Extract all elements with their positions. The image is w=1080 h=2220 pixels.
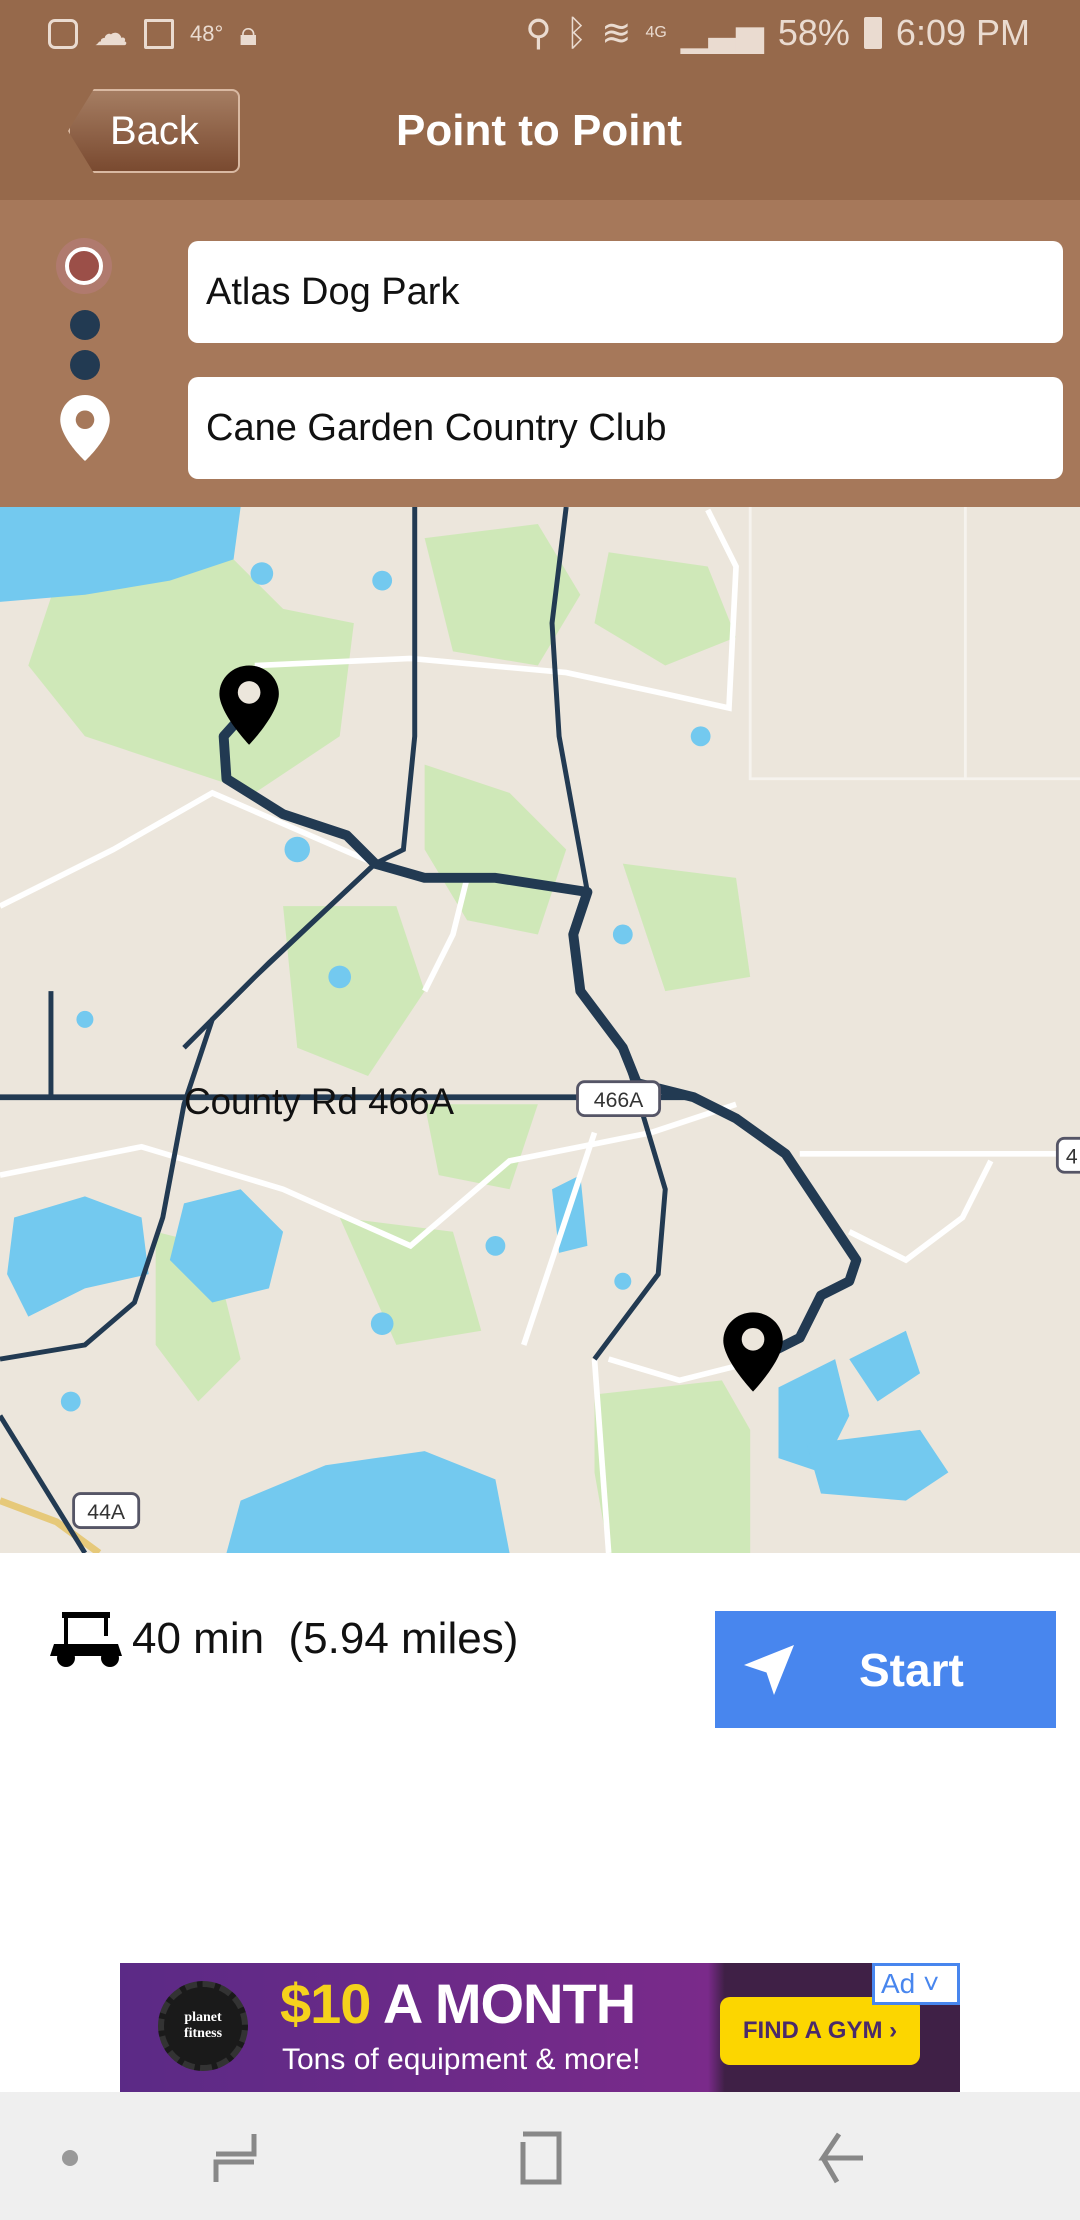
ad-headline: $10 A MONTH — [280, 1972, 636, 2035]
start-label: Start — [859, 1643, 964, 1696]
road-label: County Rd 466A — [184, 1081, 454, 1122]
battery-percent: 58% — [777, 12, 850, 53]
route-panel: Atlas Dog Park Cane Garden Country Club — [0, 200, 1080, 507]
ad-banner[interactable]: planet fitness $10 A MONTH Tons of equip… — [120, 1963, 960, 2092]
app-header: Point to Point Back — [0, 70, 1080, 200]
nav-dot-button[interactable] — [62, 2150, 78, 2166]
back-nav-button[interactable] — [815, 2130, 865, 2186]
temperature: 48° — [190, 21, 224, 46]
route-dot-icon — [70, 310, 100, 340]
gallery-icon — [144, 19, 174, 49]
ad-cta-button[interactable]: FIND A GYM › — [720, 1997, 920, 2065]
lock-icon: 🔒︎ — [239, 14, 258, 53]
svg-text:466A: 466A — [594, 1089, 644, 1112]
wifi-icon: ≋ — [601, 12, 632, 53]
home-button[interactable] — [515, 2130, 565, 2186]
trip-summary: 40 min (5.94 miles) — [50, 1608, 518, 1670]
route-dot-icon — [70, 350, 100, 380]
clock: 6:09 PM — [895, 12, 1030, 53]
location-icon: ⚲ — [525, 12, 552, 53]
shield-44a: 44A — [72, 1492, 141, 1529]
ad-subline: Tons of equipment & more! — [282, 2043, 641, 2076]
svg-text:44A: 44A — [87, 1501, 126, 1524]
origin-input[interactable]: Atlas Dog Park — [188, 241, 1063, 343]
bluetooth-icon: ᛒ — [565, 12, 588, 53]
golf-cart-icon — [50, 1612, 122, 1667]
back-button[interactable]: Back — [68, 89, 240, 173]
system-nav-bar — [0, 2092, 1080, 2220]
map[interactable]: County Rd 466A 466A 44A 4 — [0, 507, 1080, 1553]
ad-choices-badge[interactable]: Ad ˅ — [872, 1963, 960, 2005]
shield-466a: 466A — [576, 1080, 662, 1118]
destination-pin-icon — [60, 395, 110, 461]
navigation-arrow-icon — [744, 1644, 794, 1695]
instagram-icon — [48, 19, 78, 49]
cloud-icon: ☁ — [94, 15, 128, 53]
status-bar: ☁ 48° 🔒︎ ⚲ ᛒ ≋ 4G ▁▃▅ 58% 6:09 PM — [0, 0, 1080, 70]
destination-input[interactable]: Cane Garden Country Club — [188, 377, 1063, 479]
network-type: 4G — [645, 24, 667, 41]
svg-text:4: 4 — [1066, 1146, 1078, 1169]
trip-duration-distance: 40 min (5.94 miles) — [132, 1614, 519, 1663]
start-button[interactable]: Start — [715, 1611, 1056, 1728]
origin-marker-icon — [56, 238, 112, 294]
planet-fitness-logo: planet fitness — [158, 1981, 248, 2071]
signal-icon: ▁▃▅ — [680, 12, 764, 53]
recents-button[interactable] — [210, 2130, 260, 2186]
shield-4: 4 — [1055, 1136, 1080, 1174]
battery-icon — [863, 17, 882, 49]
